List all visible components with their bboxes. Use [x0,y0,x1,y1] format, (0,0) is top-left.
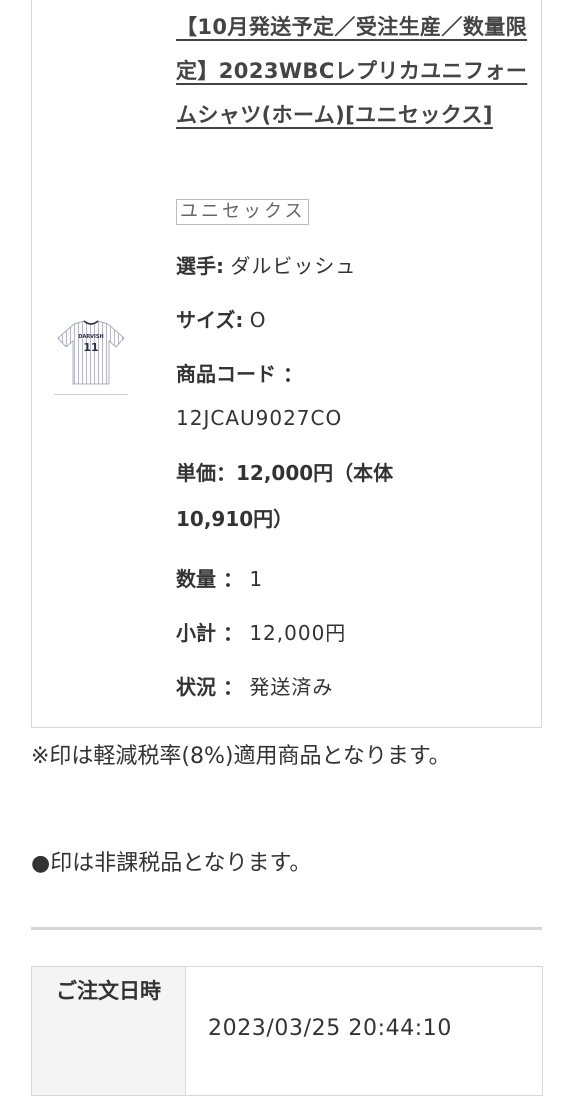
subtotal-label: 小計 ： [176,621,243,645]
quantity-value: 1 [249,567,264,591]
unit-price: 単価：12,000円（本体10,910円） [176,461,394,531]
product-title-link[interactable]: 【10月発送予定／受注生産／数量限定】2023WBCレプリカユニフォームシャツ(… [176,5,528,137]
player-row: 選手: ダルビッシュ [176,249,356,283]
product-code-label: 商品コード ： [176,362,303,386]
subtotal-row: 小計 ： 12,000円 [176,616,346,650]
order-detail-page: DARVISH 11 【10月発送予定／受注生産／数量限定】2023WBCレプリ… [0,0,575,1096]
product-code-label-row: 商品コード ： [176,357,303,391]
size-row: サイズ: O [176,303,267,337]
quantity-label: 数量 ： [176,567,243,591]
order-info-table: ご注文日時 2023/03/25 20:44:10 [31,966,543,1096]
status-row: 状況 ： 発送済み [176,670,333,704]
jersey-number-text: 11 [83,341,98,354]
jersey-image-icon: DARVISH 11 [57,320,125,385]
status-value: 発送済み [249,675,334,699]
section-divider [31,927,542,930]
variant-tag: ユニセックス [176,199,310,225]
tax-exempt-note: ●印は非課税品となります。 [31,851,312,876]
product-thumbnail[interactable]: DARVISH 11 [54,318,128,395]
product-code-value: 12JCAU9027CO [176,406,343,430]
player-label: 選手: [176,254,224,278]
order-date-label: ご注文日時 [32,967,186,1095]
player-value: ダルビッシュ [230,254,357,278]
subtotal-value: 12,000円 [249,621,347,645]
size-label: サイズ: [176,308,244,332]
product-code-value-row: 12JCAU9027CO [176,401,342,435]
jersey-name-text: DARVISH [78,334,103,340]
size-value: O [249,308,267,332]
quantity-row: 数量 ： 1 [176,562,263,596]
reduced-tax-note: ※印は軽減税率(8%)適用商品となります。 [31,744,451,769]
status-label: 状況 ： [176,675,243,699]
order-date-label-text: ご注文日時 [56,979,161,1003]
order-date-value: 2023/03/25 20:44:10 [208,1016,453,1041]
